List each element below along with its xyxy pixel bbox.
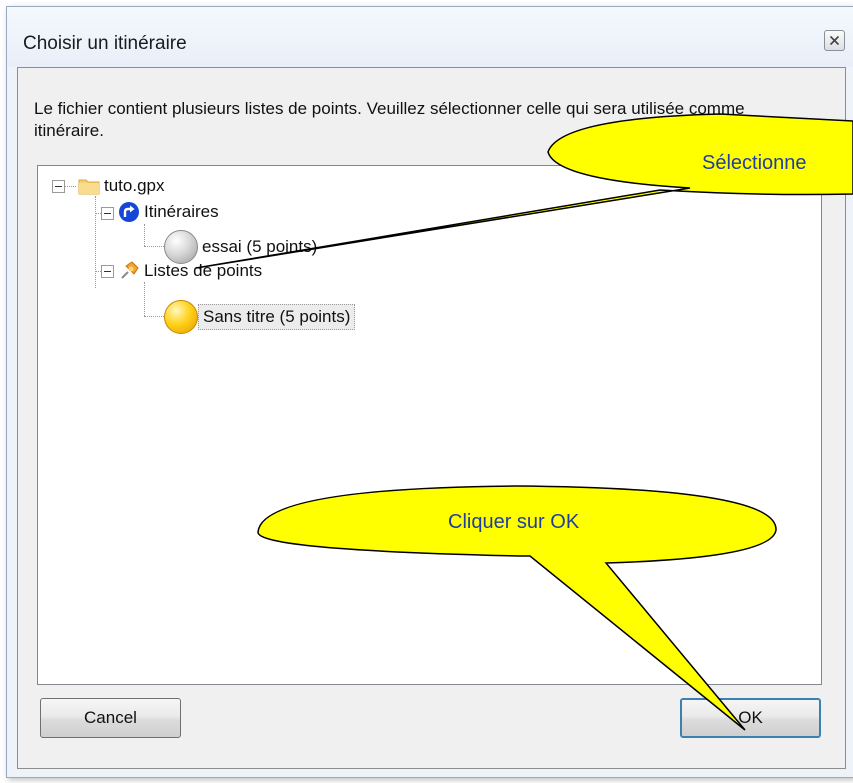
- bottom-callout-text: Cliquer sur OK: [448, 511, 580, 533]
- top-callout-text: Sélectionne: [702, 152, 807, 174]
- callout-overlay: [195, 113, 853, 731]
- top-callout-bubble: [195, 113, 853, 269]
